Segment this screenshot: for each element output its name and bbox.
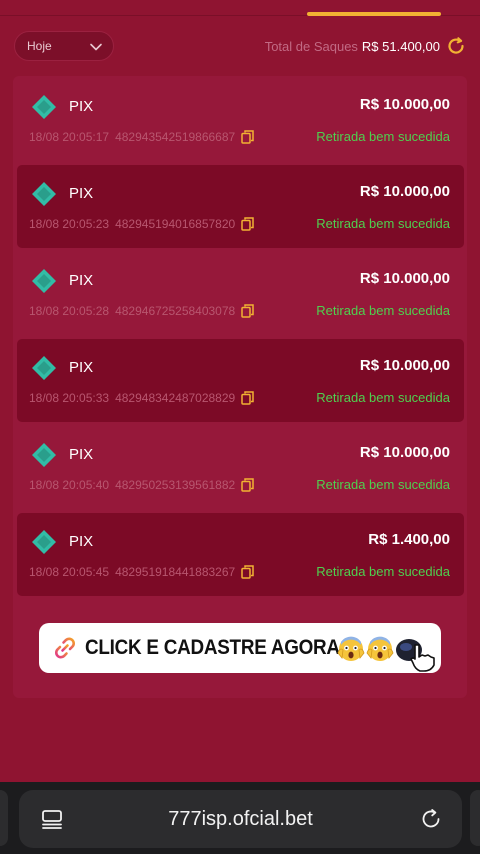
filter-bar: Hoje Total de Saques R$ 51.400,00: [0, 30, 480, 64]
withdrawal-amount: R$ 1.400,00: [368, 531, 450, 548]
withdrawals-list: PIX R$ 10.000,00 18/08 20:05:17 48294354…: [17, 78, 464, 600]
pix-icon: [32, 530, 56, 554]
withdrawal-row: PIX R$ 1.400,00 18/08 20:05:45 482951918…: [17, 513, 464, 596]
date-filter-value: Hoje: [27, 39, 52, 53]
withdrawal-id: 482943542519866687: [115, 130, 236, 144]
withdrawal-timestamp: 18/08 20:05:40: [29, 478, 110, 492]
withdrawal-meta: 18/08 20:05:33 482948342487028829: [29, 391, 254, 405]
withdrawal-meta: 18/08 20:05:40 482950253139561882: [29, 478, 254, 492]
withdrawal-id: 482948342487028829: [115, 391, 236, 405]
pix-icon: [32, 443, 56, 467]
pix-icon: [32, 182, 56, 206]
active-tab-indicator: [307, 12, 441, 16]
total-value: R$ 51.400,00: [361, 38, 440, 54]
withdrawal-meta: 18/08 20:05:45 482951918441883267: [29, 565, 254, 579]
withdrawal-timestamp: 18/08 20:05:45: [29, 565, 110, 579]
next-tab-stub[interactable]: [470, 790, 480, 846]
previous-tab-stub[interactable]: [0, 790, 8, 846]
copy-icon[interactable]: [241, 304, 254, 318]
withdrawals-screen: Hoje Total de Saques R$ 51.400,00 PIX R$…: [0, 0, 480, 782]
withdrawal-timestamp: 18/08 20:05:28: [29, 304, 110, 318]
address-bar[interactable]: 777isp.ofcial.bet: [19, 790, 462, 848]
withdrawal-timestamp: 18/08 20:05:23: [29, 217, 110, 231]
withdrawal-meta: 18/08 20:05:28 482946725258403078: [29, 304, 254, 318]
withdrawal-amount: R$ 10.000,00: [359, 444, 450, 461]
withdrawal-row: PIX R$ 10.000,00 18/08 20:05:23 48294519…: [17, 165, 464, 248]
payment-method: PIX: [69, 359, 94, 376]
withdrawal-meta: 18/08 20:05:17 482943542519866687: [29, 130, 254, 144]
copy-icon[interactable]: [241, 391, 254, 405]
scream-emoji-icon: [337, 636, 365, 661]
link-icon: [55, 637, 75, 659]
copy-icon[interactable]: [241, 130, 254, 144]
withdrawal-status: Retirada bem sucedida: [316, 477, 450, 492]
pix-icon: [32, 356, 56, 380]
payment-method: PIX: [69, 533, 94, 550]
withdrawal-amount: R$ 10.000,00: [359, 357, 450, 374]
pix-icon: [32, 95, 56, 119]
total-label: Total de Saques: [264, 38, 358, 54]
url-text: 777isp.ofcial.bet: [168, 808, 313, 830]
withdrawal-id: 482945194016857820: [115, 217, 236, 231]
withdrawal-row: PIX R$ 10.000,00 18/08 20:05:40 48295025…: [17, 426, 464, 509]
pix-icon: [32, 269, 56, 293]
withdrawal-status: Retirada bem sucedida: [316, 564, 450, 579]
chevron-down-icon: [90, 43, 102, 51]
reload-icon[interactable]: [420, 808, 442, 830]
withdrawal-timestamp: 18/08 20:05:33: [29, 391, 110, 405]
withdrawal-amount: R$ 10.000,00: [359, 96, 450, 113]
banner-text: CLICK E CADASTRE AGORA: [85, 636, 340, 659]
payment-method: PIX: [69, 272, 94, 289]
total-withdrawals: Total de Saques R$ 51.400,00: [265, 34, 466, 58]
payment-method: PIX: [69, 446, 94, 463]
withdrawal-meta: 18/08 20:05:23 482945194016857820: [29, 217, 254, 231]
withdrawal-amount: R$ 10.000,00: [359, 270, 450, 287]
withdrawal-row: PIX R$ 10.000,00 18/08 20:05:33 48294834…: [17, 339, 464, 422]
withdrawal-amount: R$ 10.000,00: [359, 183, 450, 200]
withdrawal-status: Retirada bem sucedida: [316, 390, 450, 405]
withdrawal-id: 482946725258403078: [115, 304, 236, 318]
withdrawal-row: PIX R$ 10.000,00 18/08 20:05:17 48294354…: [17, 78, 464, 161]
withdrawal-row: PIX R$ 10.000,00 18/08 20:05:28 48294672…: [17, 252, 464, 335]
copy-icon[interactable]: [241, 217, 254, 231]
scream-emoji-icon: [366, 636, 394, 661]
refresh-icon[interactable]: [446, 36, 466, 56]
copy-icon[interactable]: [241, 478, 254, 492]
date-filter-select[interactable]: Hoje: [14, 31, 114, 61]
payment-method: PIX: [69, 98, 94, 115]
withdrawal-status: Retirada bem sucedida: [316, 303, 450, 318]
withdrawal-status: Retirada bem sucedida: [316, 216, 450, 231]
payment-method: PIX: [69, 185, 94, 202]
signup-banner[interactable]: CLICK E CADASTRE AGORA: [39, 623, 441, 673]
pointing-hand-mouse-icon: [396, 639, 435, 672]
withdrawal-id: 482951918441883267: [115, 565, 236, 579]
withdrawal-status: Retirada bem sucedida: [316, 129, 450, 144]
withdrawal-timestamp: 18/08 20:05:17: [29, 130, 110, 144]
withdrawal-id: 482950253139561882: [115, 478, 236, 492]
copy-icon[interactable]: [241, 565, 254, 579]
